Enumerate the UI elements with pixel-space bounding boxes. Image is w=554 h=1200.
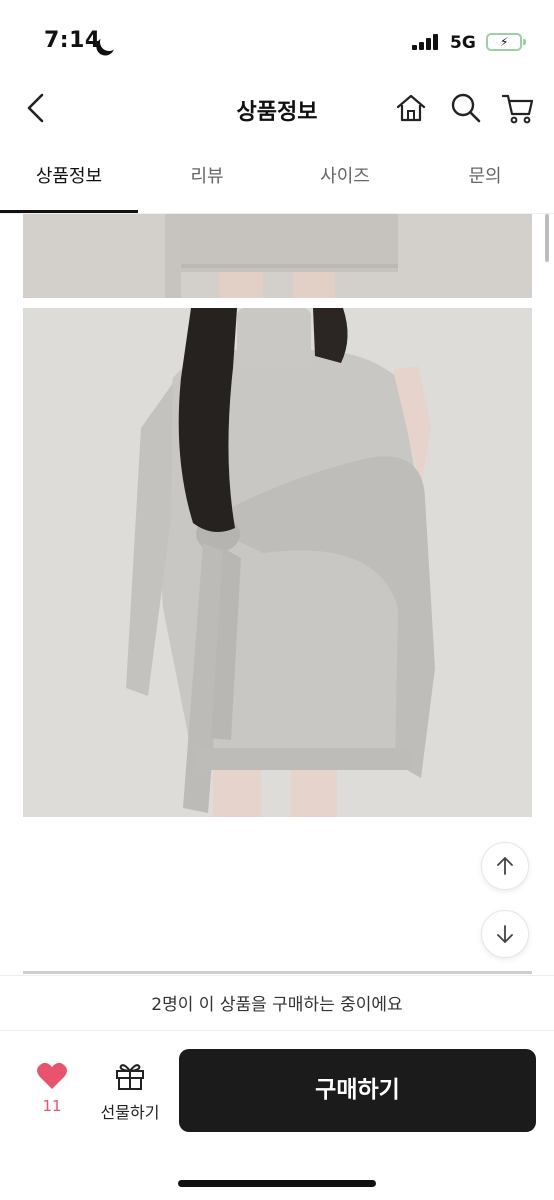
signal-icon bbox=[412, 34, 440, 50]
status-time: 7:14 bbox=[44, 28, 101, 53]
purchase-activity-notice: 2명이 이 상품을 구매하는 중이에요 bbox=[0, 975, 554, 1031]
arrow-up-icon bbox=[497, 857, 513, 875]
home-indicator bbox=[178, 1180, 376, 1187]
tab-inquiry[interactable]: 문의 bbox=[416, 150, 554, 212]
product-detail-content[interactable] bbox=[0, 214, 554, 974]
cart-button[interactable] bbox=[500, 90, 536, 126]
tab-reviews[interactable]: 리뷰 bbox=[138, 150, 276, 212]
buy-button[interactable]: 구매하기 bbox=[179, 1049, 536, 1132]
scroll-bottom-button[interactable] bbox=[481, 910, 529, 958]
status-bar: 7:14 5G ⚡ bbox=[0, 0, 554, 78]
arrow-down-icon bbox=[497, 925, 513, 943]
heart-icon bbox=[37, 1062, 67, 1089]
scrollbar-thumb[interactable] bbox=[545, 214, 549, 262]
like-button[interactable]: 11 bbox=[28, 1061, 76, 1123]
home-button[interactable] bbox=[393, 90, 429, 126]
search-icon bbox=[451, 93, 481, 123]
cart-icon bbox=[501, 94, 534, 124]
network-label: 5G bbox=[450, 33, 476, 53]
gift-label: 선물하기 bbox=[100, 1103, 160, 1122]
scroll-top-button[interactable] bbox=[481, 842, 529, 890]
search-button[interactable] bbox=[448, 90, 484, 126]
bottom-action-bar: 11 선물하기 구매하기 bbox=[0, 1031, 554, 1161]
battery-charging-icon: ⚡ bbox=[486, 33, 526, 51]
moon-icon bbox=[97, 30, 120, 53]
tab-size[interactable]: 사이즈 bbox=[276, 150, 414, 212]
product-photo-grey-knit-dress bbox=[23, 308, 532, 817]
tab-bar: 상품정보 리뷰 사이즈 문의 bbox=[0, 150, 554, 214]
tab-product-info[interactable]: 상품정보 bbox=[0, 150, 138, 212]
gift-icon bbox=[116, 1064, 144, 1090]
home-icon bbox=[396, 94, 426, 122]
like-count: 11 bbox=[42, 1097, 62, 1115]
gift-button[interactable]: 선물하기 bbox=[94, 1061, 166, 1123]
tab-active-indicator bbox=[0, 210, 138, 213]
header: 상품정보 bbox=[0, 78, 554, 140]
product-photo-next bbox=[23, 971, 532, 974]
product-photo-top-crop bbox=[23, 214, 532, 298]
